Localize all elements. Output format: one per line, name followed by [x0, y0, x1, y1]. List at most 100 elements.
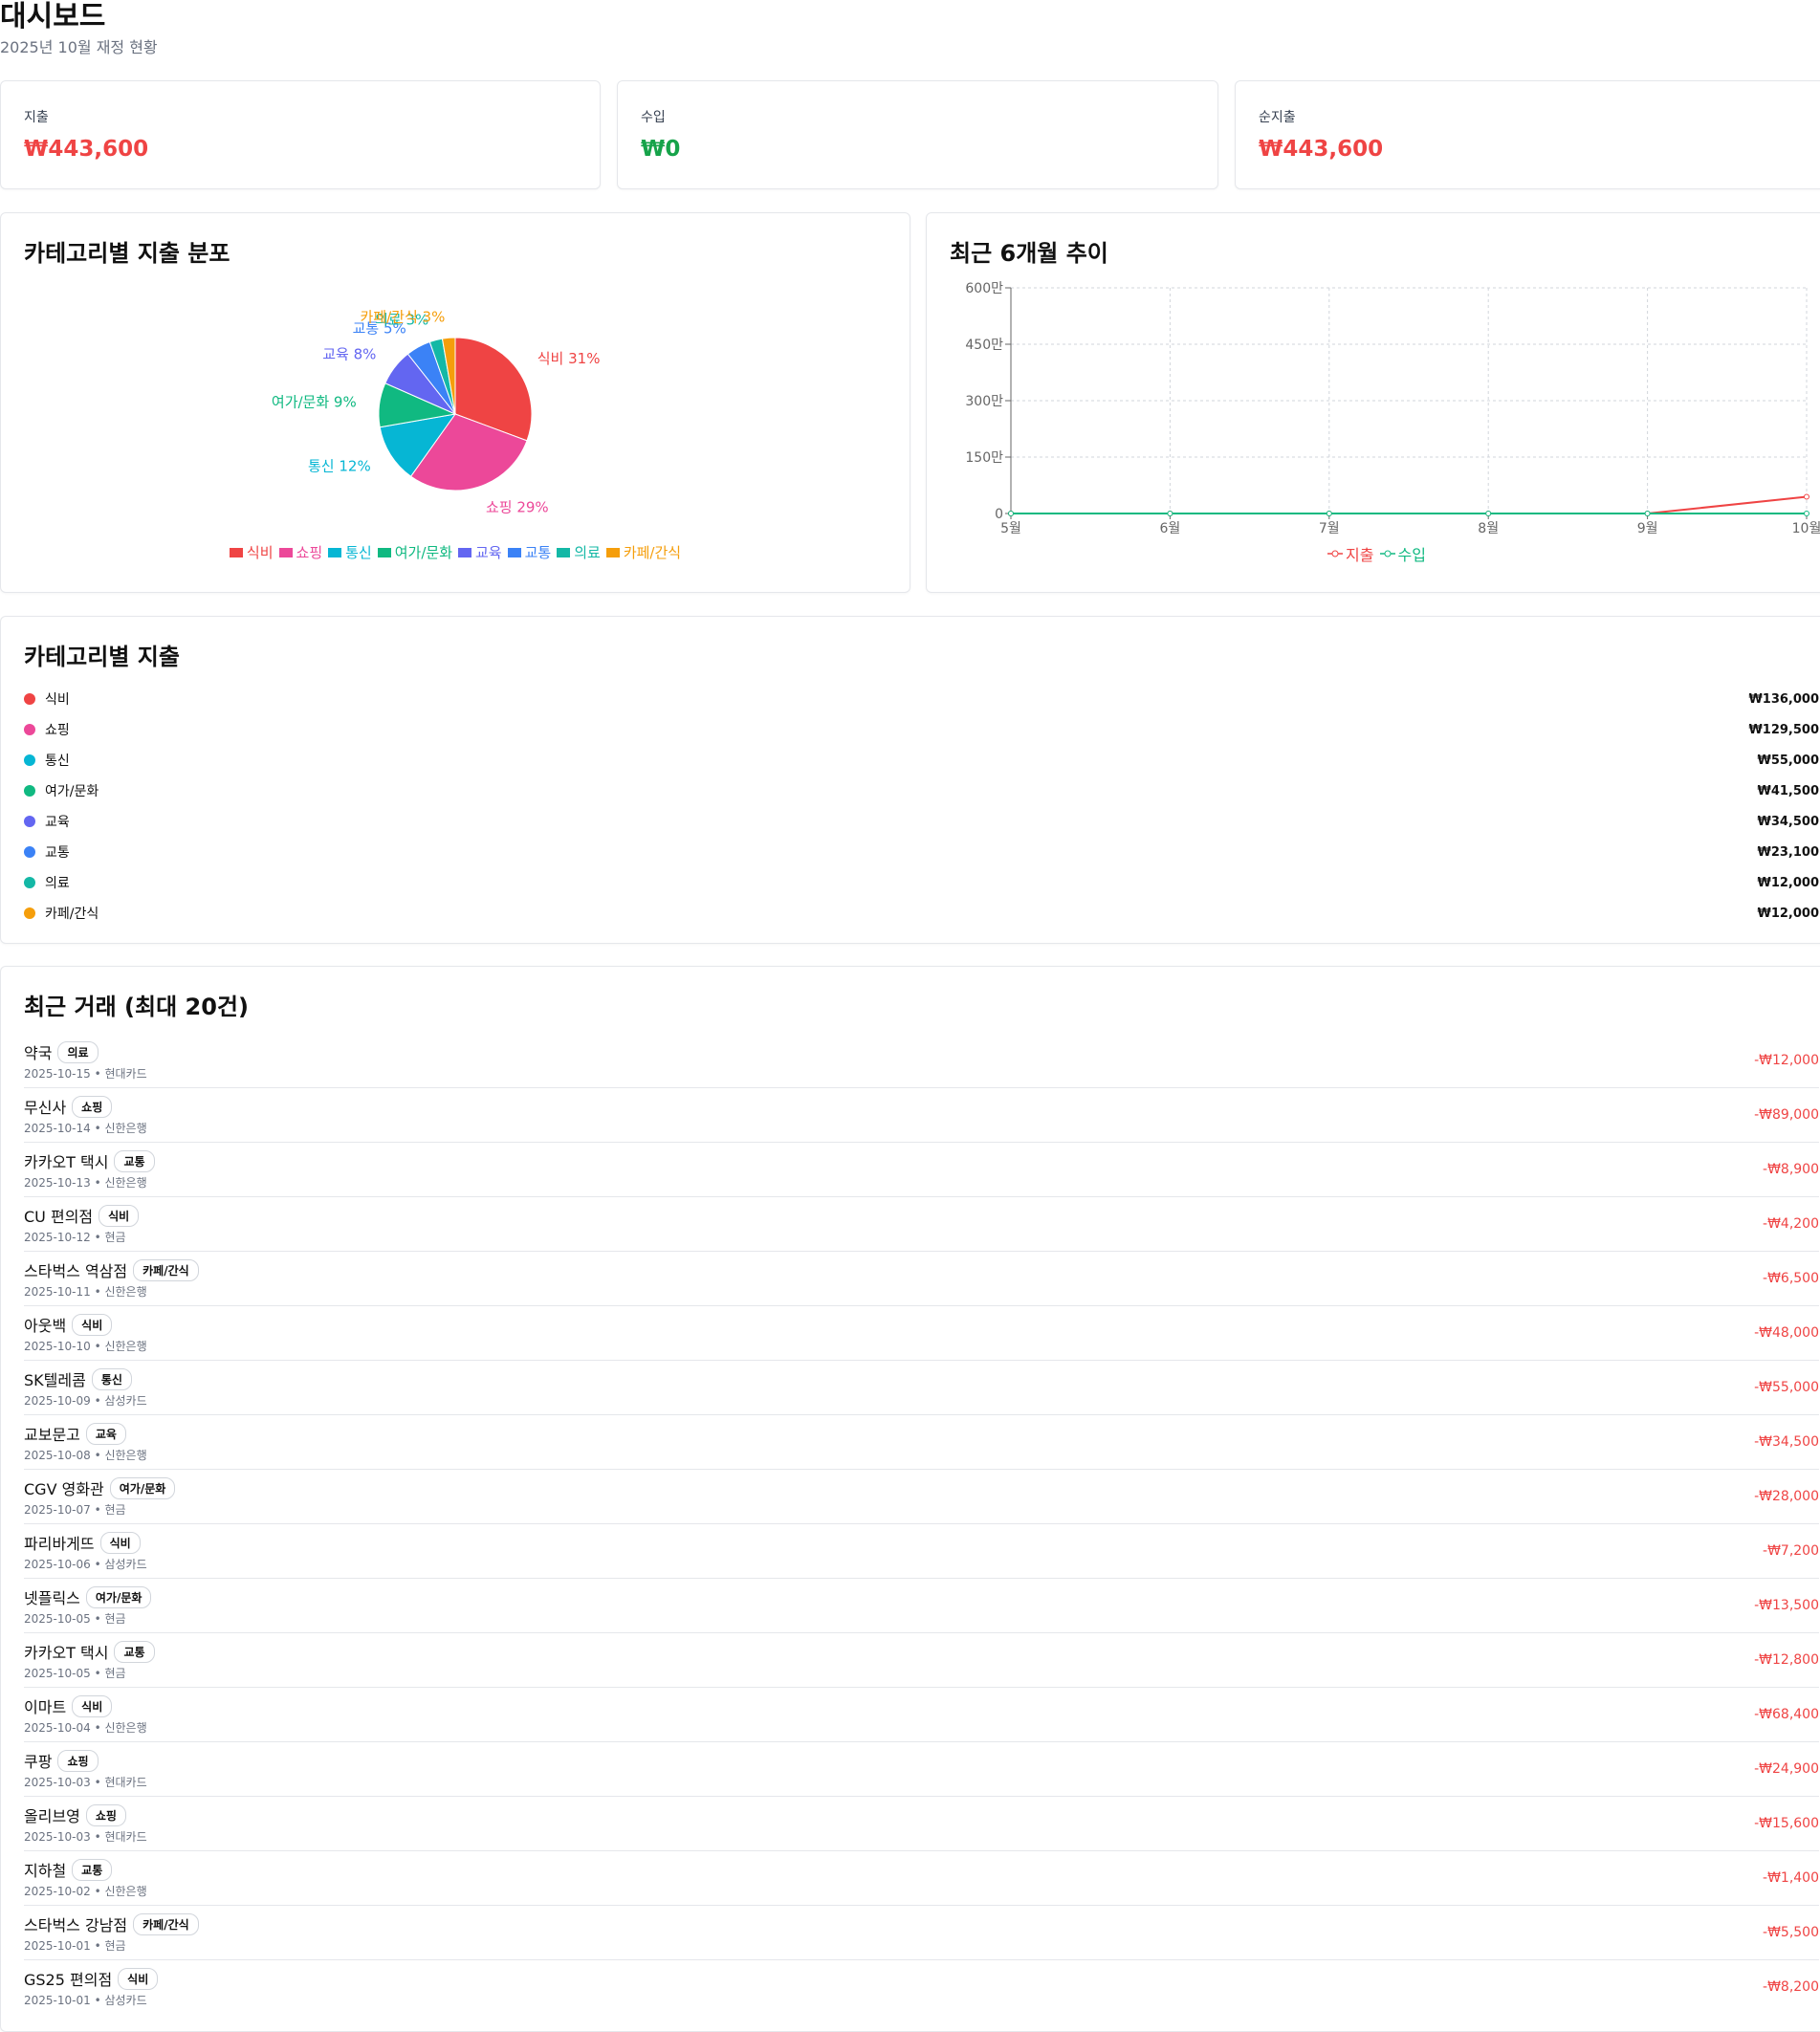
category-name: 의료 — [45, 876, 70, 891]
transaction-date: 2025-10-10 — [24, 1340, 91, 1353]
page-title: 대시보드 — [0, 0, 106, 33]
transaction-date: 2025-10-02 — [24, 1885, 91, 1898]
transaction-account: 현금 — [104, 1667, 126, 1680]
category-badge: 식비 — [118, 1967, 159, 1990]
x-tick-label: 6월 — [1160, 521, 1181, 536]
line-legend-item[interactable]: 수입 — [1379, 542, 1426, 565]
legend-label: 의료 — [574, 544, 601, 561]
transaction-main: 스타벅스 강남점 카페/간식 — [24, 1912, 199, 1935]
transaction-row[interactable]: 넷플릭스 여가/문화 2025-10-05 • 현금 -₩13,500 — [24, 1579, 1819, 1633]
series-point[interactable] — [1804, 511, 1809, 516]
transaction-main: SK텔레콤 통신 — [24, 1367, 132, 1390]
series-point[interactable] — [1008, 511, 1014, 516]
category-badge: 여가/문화 — [85, 1585, 152, 1608]
transaction-name: SK텔레콤 — [24, 1371, 86, 1389]
transaction-name: 지하철 — [24, 1862, 67, 1880]
transaction-date: 2025-10-01 — [24, 1939, 91, 1953]
transaction-amount: -₩6,500 — [1763, 1271, 1819, 1286]
line-legend-item[interactable]: 지출 — [1327, 542, 1374, 565]
transaction-account: 현대카드 — [104, 1067, 147, 1081]
transaction-meta: 2025-10-05 • 현금 — [24, 1665, 126, 1681]
x-tick-label: 7월 — [1319, 521, 1340, 536]
transaction-amount: -₩89,000 — [1754, 1107, 1819, 1123]
transaction-date: 2025-10-12 — [24, 1231, 91, 1244]
line-legend: 지출 수입 — [927, 542, 1820, 565]
category-color-dot — [24, 754, 35, 766]
series-point[interactable] — [1804, 493, 1809, 500]
transaction-row[interactable]: 스타벅스 강남점 카페/간식 2025-10-01 • 현금 -₩5,500 — [24, 1906, 1819, 1960]
transaction-amount: -₩55,000 — [1754, 1380, 1819, 1395]
transaction-row[interactable]: SK텔레콤 통신 2025-10-09 • 삼성카드 -₩55,000 — [24, 1361, 1819, 1415]
series-point[interactable] — [1326, 511, 1332, 516]
meta-separator: • — [90, 1612, 105, 1626]
transaction-account: 신한은행 — [104, 1449, 147, 1462]
legend-swatch — [229, 547, 243, 557]
pie-chart: 식비 31%쇼핑 29%통신 12%여가/문화 9%교육 8%교통 5%의료 3… — [272, 308, 601, 515]
transaction-meta: 2025-10-01 • 삼성카드 — [24, 1992, 147, 2008]
meta-separator: • — [90, 1503, 105, 1517]
meta-separator: • — [90, 1449, 105, 1462]
pie-legend-item[interactable]: 교육 — [458, 542, 502, 562]
transaction-date: 2025-10-15 — [24, 1067, 91, 1081]
pie-legend-item[interactable]: 교통 — [507, 542, 551, 562]
transaction-row[interactable]: CGV 영화관 여가/문화 2025-10-07 • 현금 -₩28,000 — [24, 1470, 1819, 1524]
transaction-row[interactable]: 카카오T 택시 교통 2025-10-05 • 현금 -₩12,800 — [24, 1633, 1819, 1688]
transaction-row[interactable]: 이마트 식비 2025-10-04 • 신한은행 -₩68,400 — [24, 1688, 1819, 1742]
category-name: 교통 — [45, 845, 70, 861]
category-row: 의료 ₩12,000 — [24, 867, 1819, 898]
series-point[interactable] — [1167, 511, 1173, 516]
transaction-main: 아웃백 식비 — [24, 1313, 113, 1336]
category-badge: 쇼핑 — [72, 1095, 113, 1118]
transaction-row[interactable]: 카카오T 택시 교통 2025-10-13 • 신한은행 -₩8,900 — [24, 1143, 1819, 1197]
category-badge: 의료 — [57, 1040, 99, 1063]
transaction-row[interactable]: 올리브영 쇼핑 2025-10-03 • 현대카드 -₩15,600 — [24, 1797, 1819, 1851]
meta-separator: • — [90, 1340, 105, 1353]
category-amount: ₩129,500 — [1748, 722, 1819, 737]
transaction-row[interactable]: 약국 의료 2025-10-15 • 현대카드 -₩12,000 — [24, 1034, 1819, 1088]
transaction-row[interactable]: 스타벅스 역삼점 카페/간식 2025-10-11 • 신한은행 -₩6,500 — [24, 1252, 1819, 1306]
pie-legend-item[interactable]: 쇼핑 — [278, 542, 322, 562]
transaction-meta: 2025-10-09 • 삼성카드 — [24, 1392, 147, 1409]
transaction-row[interactable]: 아웃백 식비 2025-10-10 • 신한은행 -₩48,000 — [24, 1306, 1819, 1361]
series-line[interactable] — [1011, 495, 1808, 514]
transaction-amount: -₩5,500 — [1763, 1925, 1819, 1940]
transaction-name: GS25 편의점 — [24, 1971, 113, 1989]
transaction-row[interactable]: 지하철 교통 2025-10-02 • 신한은행 -₩1,400 — [24, 1851, 1819, 1906]
transaction-main: 교보문고 교육 — [24, 1422, 126, 1445]
transaction-amount: -₩28,000 — [1754, 1489, 1819, 1504]
transaction-name: CU 편의점 — [24, 1208, 94, 1226]
transaction-row[interactable]: 파리바게뜨 식비 2025-10-06 • 삼성카드 -₩7,200 — [24, 1524, 1819, 1579]
pie-legend-item[interactable]: 여가/문화 — [377, 542, 452, 562]
transaction-date: 2025-10-13 — [24, 1176, 91, 1190]
pie-slice-label: 통신 12% — [308, 457, 371, 474]
pie-legend-item[interactable]: 의료 — [557, 542, 601, 562]
transaction-main: 쿠팡 쇼핑 — [24, 1749, 99, 1772]
transaction-meta: 2025-10-04 • 신한은행 — [24, 1719, 147, 1736]
transaction-meta: 2025-10-14 • 신한은행 — [24, 1120, 147, 1136]
legend-swatch — [278, 547, 293, 557]
series-point[interactable] — [1485, 511, 1492, 516]
y-tick-label: 0 — [995, 507, 1003, 522]
transaction-main: 지하철 교통 — [24, 1858, 113, 1881]
pie-legend-item[interactable]: 카페/간식 — [605, 542, 681, 562]
transaction-account: 삼성카드 — [104, 1558, 147, 1571]
stat-card-expense: 지출 ₩443,600 — [0, 80, 601, 189]
transaction-account: 삼성카드 — [104, 1994, 147, 2007]
transaction-row[interactable]: 무신사 쇼핑 2025-10-14 • 신한은행 -₩89,000 — [24, 1088, 1819, 1143]
series-point[interactable] — [1644, 511, 1651, 516]
category-color-dot — [24, 785, 35, 797]
category-row: 카페/간식 ₩12,000 — [24, 898, 1819, 929]
transaction-name: 올리브영 — [24, 1807, 80, 1825]
y-tick-label: 300만 — [965, 394, 1003, 409]
category-name: 식비 — [45, 692, 70, 708]
transaction-row[interactable]: 교보문고 교육 2025-10-08 • 신한은행 -₩34,500 — [24, 1415, 1819, 1470]
pie-legend-item[interactable]: 통신 — [328, 542, 372, 562]
transaction-row[interactable]: CU 편의점 식비 2025-10-12 • 현금 -₩4,200 — [24, 1197, 1819, 1252]
pie-legend-item[interactable]: 식비 — [229, 542, 274, 562]
category-color-dot — [24, 693, 35, 705]
stat-value: ₩443,600 — [24, 137, 149, 162]
category-color-dot — [24, 816, 35, 827]
transaction-row[interactable]: 쿠팡 쇼핑 2025-10-03 • 현대카드 -₩24,900 — [24, 1742, 1819, 1797]
transaction-amount: -₩34,500 — [1754, 1434, 1819, 1450]
transaction-row[interactable]: GS25 편의점 식비 2025-10-01 • 삼성카드 -₩8,200 — [24, 1960, 1819, 2015]
